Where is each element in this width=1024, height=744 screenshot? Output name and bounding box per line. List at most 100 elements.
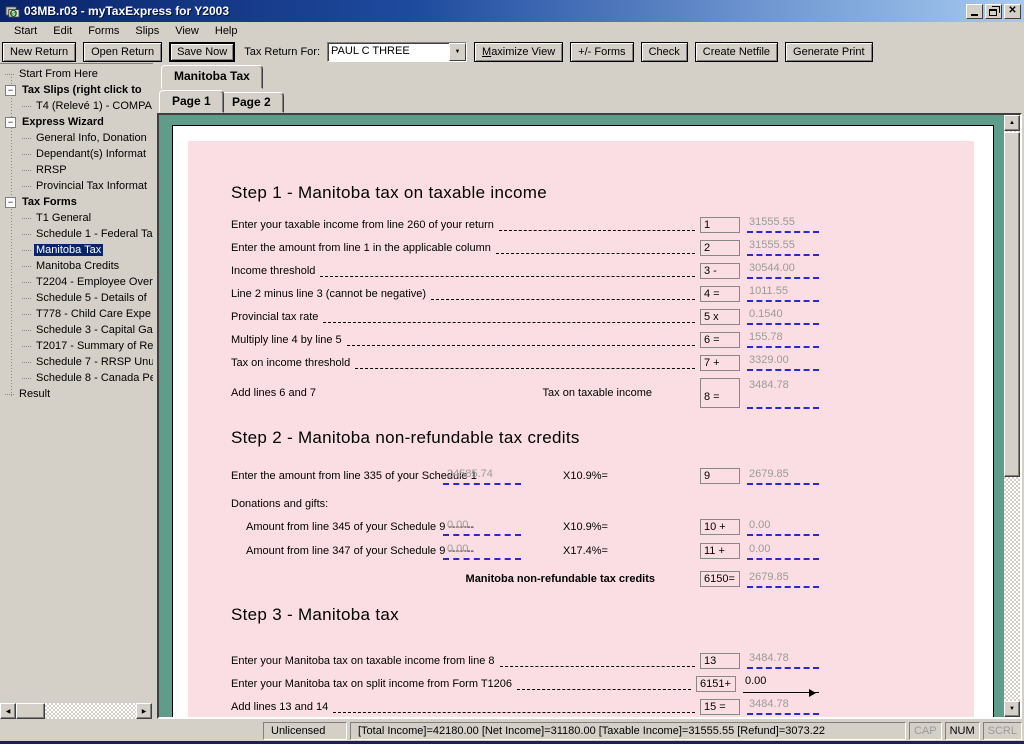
application-window: $ 03MB.r03 - myTaxExpress for Y2003 ✕ St… — [0, 0, 1024, 744]
row-label: Income threshold — [231, 265, 315, 277]
tab-manitoba-tax[interactable]: Manitoba Tax — [161, 65, 263, 89]
menu-edit[interactable]: Edit — [45, 23, 80, 39]
field-underline[interactable]: 0.1540 — [747, 308, 819, 325]
row-label: Enter your Manitoba tax on taxable incom… — [231, 655, 495, 667]
menu-view[interactable]: View — [167, 23, 207, 39]
close-button[interactable]: ✕ — [1004, 4, 1021, 19]
scroll-down-icon[interactable]: ▼ — [1004, 701, 1020, 717]
form-vertical-scrollbar[interactable]: ▲ ▼ — [1004, 115, 1020, 717]
tree-collapse-icon[interactable]: − — [5, 117, 16, 128]
scroll-left-icon[interactable]: ◀ — [0, 703, 16, 719]
generate-print-button[interactable]: Generate Print — [785, 42, 873, 62]
sidebar-item-label: General Info, Donation — [34, 132, 149, 144]
page-tab-row: Page 2 Page 1 — [157, 89, 1022, 113]
sidebar-item-t2017-summary-of-re[interactable]: T2017 - Summary of Re — [0, 338, 153, 354]
minimize-button[interactable] — [966, 4, 983, 19]
tree-connector-icon — [22, 186, 31, 187]
sidebar-item-general-info-donation[interactable]: General Info, Donation — [0, 130, 153, 146]
sidebar-item-label: Start From Here — [17, 68, 100, 80]
menu-start[interactable]: Start — [6, 23, 45, 39]
plus-minus-forms-button[interactable]: +/- Forms — [570, 42, 633, 62]
form-row-line-11: Amount from line 347 of your Schedule 9 … — [231, 539, 819, 563]
sidebar-item-schedule-7-rrsp-unu[interactable]: Schedule 7 - RRSP Unu — [0, 354, 153, 370]
sidebar-item-schedule-8-canada-pe[interactable]: Schedule 8 - Canada Pe — [0, 370, 153, 386]
field-underline[interactable]: 2679.85 — [747, 571, 819, 588]
field-underline[interactable]: 3484.78 — [747, 652, 819, 669]
sidebar-item-result[interactable]: Result — [0, 386, 153, 402]
sidebar-item-t4-relev-1-compa[interactable]: T4 (Relevé 1) - COMPA — [0, 98, 153, 114]
scroll-right-icon[interactable]: ▶ — [136, 703, 152, 719]
field-underline[interactable]: 3484.78 — [747, 377, 819, 409]
field-value: 31555.55 — [749, 239, 795, 251]
create-netfile-button[interactable]: Create Netfile — [695, 42, 778, 62]
field-underline[interactable]: 3329.00 — [747, 354, 819, 371]
restore-button[interactable] — [985, 4, 1002, 19]
tree-collapse-icon[interactable]: − — [5, 85, 16, 96]
sidebar-item-label: Tax Slips (right click to — [20, 84, 144, 96]
menu-help[interactable]: Help — [207, 23, 246, 39]
sidebar-item-tax-forms[interactable]: −Tax Forms — [0, 194, 153, 210]
field-underline[interactable]: 3484.78 — [747, 698, 819, 715]
field-value: 31555.55 — [749, 216, 795, 228]
amount-field-underline[interactable]: 0.00 — [443, 519, 521, 536]
field-underline[interactable]: 0.00 — [747, 543, 819, 560]
field-underline[interactable]: 155.78 — [747, 331, 819, 348]
menu-slips[interactable]: Slips — [127, 23, 167, 39]
sidebar-item-schedule-3-capital-ga[interactable]: Schedule 3 - Capital Ga — [0, 322, 153, 338]
sidebar-item-start-from-here[interactable]: Start From Here — [0, 66, 153, 82]
row-label: Tax on income threshold — [231, 357, 350, 369]
open-return-button[interactable]: Open Return — [83, 42, 162, 62]
field-underline[interactable]: 30544.00 — [747, 262, 819, 279]
tree-connector-icon — [22, 266, 31, 267]
dash-leader — [333, 700, 695, 713]
field-underline[interactable]: 1011.55 — [747, 285, 819, 302]
sidebar-item-manitoba-tax[interactable]: Manitoba Tax — [0, 242, 153, 258]
scroll-up-icon[interactable]: ▲ — [1004, 115, 1020, 131]
amount-field-underline[interactable]: 0.00 — [443, 543, 521, 560]
amount-field-underline[interactable]: 24585.74 — [443, 468, 521, 485]
line-number-box: 9 — [700, 468, 740, 484]
sidebar-item-manitoba-credits[interactable]: Manitoba Credits — [0, 258, 153, 274]
save-now-button[interactable]: Save Now — [169, 42, 235, 62]
field-underline[interactable]: 2679.85 — [747, 468, 819, 485]
scrollbar-track[interactable] — [45, 703, 136, 719]
sidebar-item-t2204-employee-over[interactable]: T2204 - Employee Over — [0, 274, 153, 290]
scrollbar-thumb[interactable] — [16, 703, 45, 719]
tax-return-for-label: Tax Return For: — [244, 46, 320, 58]
maximize-view-button[interactable]: Maximize View — [474, 42, 563, 62]
row-label: Add lines 6 and 7 — [231, 387, 543, 399]
dash-leader — [320, 264, 695, 277]
sidebar-item-t1-general[interactable]: T1 General — [0, 210, 153, 226]
chevron-down-icon[interactable]: ▼ — [449, 43, 466, 61]
tab-page-1[interactable]: Page 1 — [159, 90, 224, 113]
tab-page-2[interactable]: Page 2 — [219, 92, 284, 113]
sidebar-item-schedule-1-federal-ta[interactable]: Schedule 1 - Federal Ta — [0, 226, 153, 242]
form-row-line-13: Enter your Manitoba tax on taxable incom… — [231, 649, 819, 672]
menu-forms[interactable]: Forms — [80, 23, 127, 39]
field-underline[interactable]: 0.00 — [747, 519, 819, 536]
tree-connector-icon — [22, 298, 31, 299]
sidebar-item-tax-slips-right-click-to[interactable]: −Tax Slips (right click to — [0, 82, 153, 98]
sidebar-item-provincial-tax-informat[interactable]: Provincial Tax Informat — [0, 178, 153, 194]
sidebar-item-dependant-s-informat[interactable]: Dependant(s) Informat — [0, 146, 153, 162]
sidebar-horizontal-scrollbar[interactable]: ◀ ▶ — [0, 703, 152, 719]
scrollbar-thumb[interactable] — [1004, 132, 1020, 477]
field-underline[interactable]: 0.00 — [743, 675, 819, 693]
tree-collapse-icon[interactable]: − — [5, 197, 16, 208]
tree-connector-icon — [22, 282, 31, 283]
field-value: 3484.78 — [749, 379, 789, 391]
new-return-button[interactable]: New Return — [2, 42, 76, 62]
field-underline[interactable]: 31555.55 — [747, 239, 819, 256]
sidebar-item-rrsp[interactable]: RRSP — [0, 162, 153, 178]
sidebar-item-label: Dependant(s) Informat — [34, 148, 148, 160]
check-button[interactable]: Check — [641, 42, 688, 62]
taxpayer-select[interactable]: PAUL C THREE ▼ — [327, 42, 467, 62]
sidebar-item-express-wizard[interactable]: −Express Wizard — [0, 114, 153, 130]
sidebar-item-label: Manitoba Credits — [34, 260, 121, 272]
field-value: 0.1540 — [749, 308, 783, 320]
field-underline[interactable]: 31555.55 — [747, 216, 819, 233]
sidebar-item-label: T1 General — [34, 212, 93, 224]
sidebar-item-t778-child-care-expe[interactable]: T778 - Child Care Expe — [0, 306, 153, 322]
form-row-line-6151: Enter your Manitoba tax on split income … — [231, 672, 819, 695]
sidebar-item-schedule-5-details-of[interactable]: Schedule 5 - Details of — [0, 290, 153, 306]
